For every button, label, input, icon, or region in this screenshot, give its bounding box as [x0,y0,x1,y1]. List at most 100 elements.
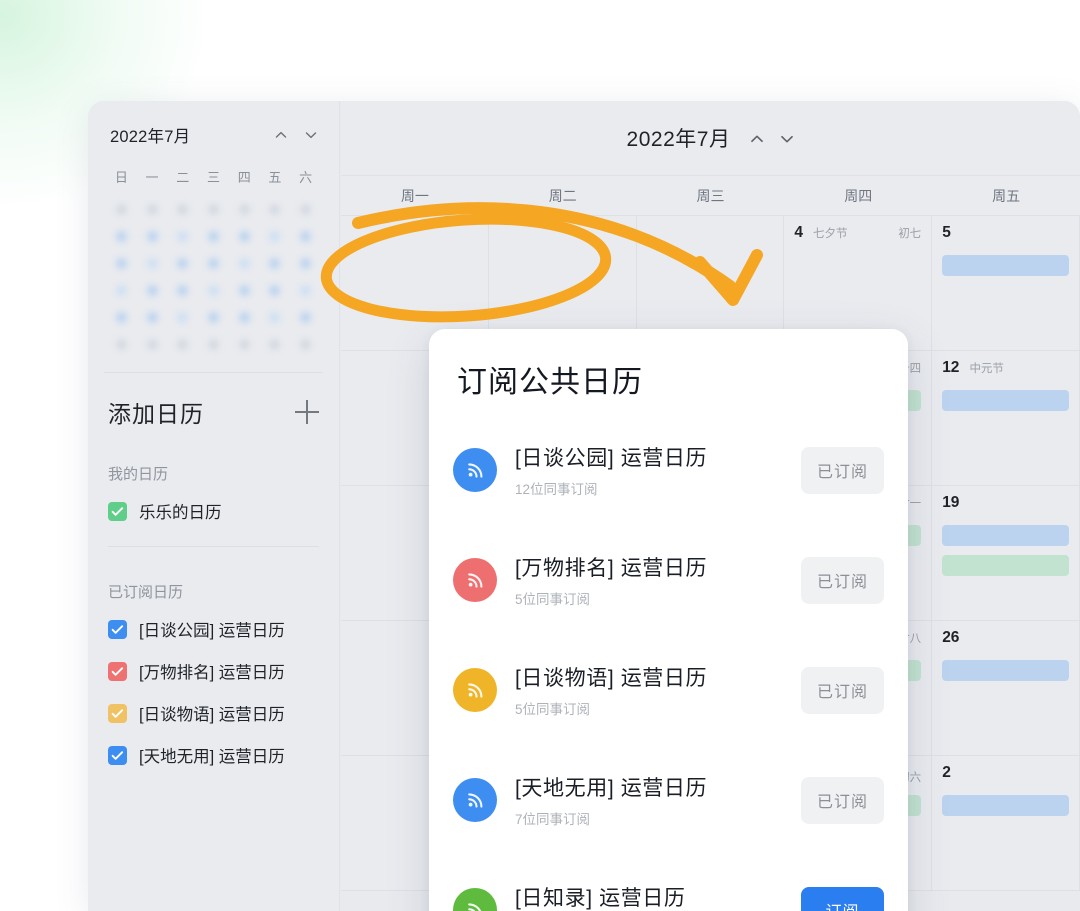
mini-calendar-day[interactable] [207,231,219,242]
calendar-event-bar[interactable] [942,525,1069,546]
calendar-day-cell[interactable]: 26 [932,621,1080,756]
mini-calendar-day[interactable] [269,285,281,296]
page-root: 2022年7月 日 一 二 三 四 五 六 添加日历 我的日历 乐乐的日历 已订… [0,0,1080,911]
mini-weekday: 日 [114,170,128,185]
subscribed-button[interactable]: 已订阅 [801,556,884,604]
mini-weekday: 五 [268,170,282,185]
chevron-down-icon[interactable] [778,130,794,146]
calendar-day-cell[interactable]: 5 [932,216,1080,351]
subscribe-button[interactable]: 订阅 [801,886,884,911]
mini-calendar-day[interactable] [177,258,189,269]
mini-calendar-day[interactable] [300,258,312,269]
mini-calendar-day[interactable] [146,231,158,242]
calendar-festival-label: 中元节 [969,363,1004,375]
mini-calendar-day[interactable] [177,312,189,323]
checkbox-checked-icon[interactable] [108,745,127,765]
calendar-day-cell[interactable]: 12 中元节 [932,351,1080,486]
plus-icon[interactable] [295,400,319,424]
sidebar-item-calendar[interactable]: [日谈公园] 运营日历 [108,608,319,650]
mini-calendar-day[interactable] [115,258,127,269]
mini-calendar-day[interactable] [207,285,219,296]
calendar-day-number: 19 [942,494,960,511]
sidebar-item-label: [万物排名] 运营日历 [139,664,285,682]
mini-calendar-day[interactable] [146,339,158,350]
calendar-event-bar[interactable] [942,390,1069,411]
mini-calendar-day[interactable] [207,312,219,323]
mini-calendar-day[interactable] [300,204,312,215]
weekday-header-row: 周一 周二 周三 周四 周五 [341,175,1080,215]
mini-calendar-day[interactable] [238,312,250,323]
mini-calendar-day[interactable] [115,204,127,215]
sidebar-item-calendar[interactable]: [万物排名] 运营日历 [108,650,319,692]
mini-calendar-day[interactable] [177,204,189,215]
chevron-up-icon[interactable] [273,127,289,143]
sidebar-item-calendar[interactable]: [天地无用] 运营日历 [108,734,319,776]
mini-calendar-day[interactable] [238,285,250,296]
dialog-title: 订阅公共日历 [457,366,643,399]
calendar-day-header: 26 [942,629,1069,651]
mini-calendar-day[interactable] [269,312,281,323]
mini-calendar-day[interactable] [300,285,312,296]
calendar-event-bar[interactable] [942,255,1069,276]
checkbox-checked-icon[interactable] [108,619,127,639]
mini-calendar-day[interactable] [269,339,281,350]
mini-calendar-day[interactable] [115,312,127,323]
checkbox-checked-icon[interactable] [108,703,127,723]
public-calendar-name: [天地无用] 运营日历 [515,777,708,800]
chevron-down-icon[interactable] [303,127,319,143]
mini-calendar-day[interactable] [146,258,158,269]
mini-calendar-day[interactable] [238,204,250,215]
mini-weekday: 六 [299,170,313,185]
mini-calendar-day[interactable] [115,285,127,296]
calendar-day-header: 5 [942,224,1069,246]
sidebar-item-label: [日谈物语] 运营日历 [139,706,285,724]
mini-calendar-nav [273,127,319,143]
calendar-day-cell[interactable]: 2 [932,756,1080,891]
mini-calendar-day-grid[interactable] [104,204,323,350]
mini-calendar-day[interactable] [177,231,189,242]
mini-calendar-day[interactable] [207,339,219,350]
subscribed-button[interactable]: 已订阅 [801,666,884,714]
calendar-event-bar[interactable] [942,555,1069,576]
mini-calendar-day[interactable] [115,339,127,350]
add-calendar-row[interactable]: 添加日历 [88,373,339,429]
mini-weekday: 二 [176,170,190,185]
mini-calendar-day[interactable] [207,258,219,269]
checkbox-checked-icon[interactable] [108,501,127,521]
calendar-day-cell[interactable]: 19 [932,486,1080,621]
mini-calendar-day[interactable] [300,231,312,242]
mini-calendar-day[interactable] [177,285,189,296]
calendar-event-bar[interactable] [942,795,1069,816]
mini-calendar-day[interactable] [115,231,127,242]
mini-calendar-day[interactable] [238,231,250,242]
sidebar-item-calendar[interactable]: 乐乐的日历 [108,490,319,532]
mini-calendar-day[interactable] [177,339,189,350]
mini-calendar-header: 2022年7月 [104,123,323,147]
chevron-up-icon[interactable] [748,130,764,146]
weekday-header: 周三 [696,187,725,204]
public-calendar-texts: [日谈物语] 运营日历 5位同事订阅 [515,662,801,718]
mini-calendar-day[interactable] [207,204,219,215]
mini-calendar-day[interactable] [238,339,250,350]
mini-calendar-day[interactable] [300,339,312,350]
weekday-header: 周二 [548,187,577,204]
weekday-header: 周一 [400,187,429,204]
sidebar-item-calendar[interactable]: [日谈物语] 运营日历 [108,692,319,734]
mini-calendar-day[interactable] [146,312,158,323]
calendar-day-number: 12 [942,359,960,376]
mini-calendar-day[interactable] [146,204,158,215]
mini-calendar-day[interactable] [146,285,158,296]
checkbox-checked-icon[interactable] [108,661,127,681]
mini-calendar-day[interactable] [269,204,281,215]
calendar-event-bar[interactable] [942,660,1069,681]
public-calendar-row: [日谈公园] 运营日历 12位同事订阅 已订阅 [453,415,884,525]
mini-calendar-day[interactable] [269,258,281,269]
mini-calendar-day[interactable] [238,258,250,269]
mini-calendar-day[interactable] [300,312,312,323]
weekday-header: 周四 [844,187,873,204]
subscribed-button[interactable]: 已订阅 [801,776,884,824]
mini-calendar-day[interactable] [269,231,281,242]
calendar-day-header [351,224,478,246]
sidebar-group-subscribed-calendars: 已订阅日历 [日谈公园] 运营日历 [万物排名] 运营日历 [日谈物语] 运营日… [88,581,339,776]
subscribed-button[interactable]: 已订阅 [801,446,884,494]
